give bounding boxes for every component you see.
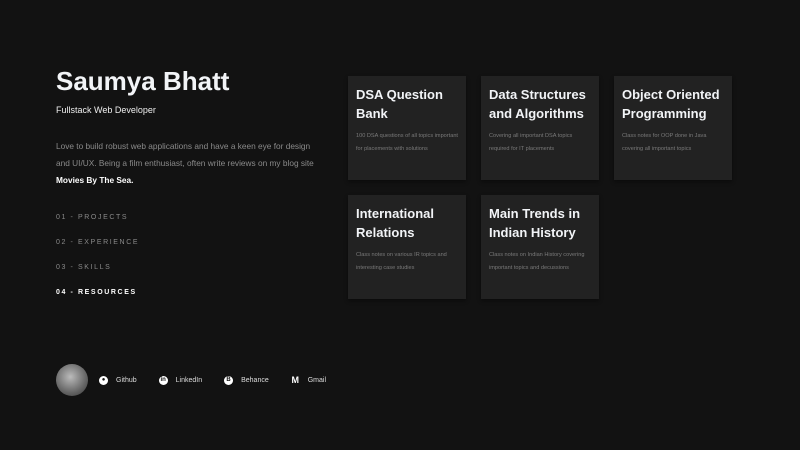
profile-role: Fullstack Web Developer — [56, 105, 156, 115]
resource-card[interactable]: Data Structures and Algorithms Covering a… — [481, 76, 599, 180]
behance-label: Behance — [241, 376, 269, 384]
card-desc: Class notes on Indian History covering i… — [489, 252, 585, 271]
github-label: Github — [116, 376, 137, 384]
card-desc: Covering all important DSA topics requir… — [489, 133, 573, 152]
section-nav: 01 - PROJECTS 02 - EXPERIENCE 03 - SKILL… — [56, 214, 139, 314]
resource-card[interactable]: International Relations Class notes on va… — [348, 195, 466, 299]
card-title: International Relations — [356, 206, 435, 240]
linkedin-icon: in — [158, 375, 168, 385]
linkedin-link[interactable]: in LinkedIn — [158, 375, 203, 385]
card-title: Data Structures and Algorithms — [489, 87, 586, 121]
blog-link[interactable]: Movies By The Sea. — [56, 175, 133, 185]
resource-card[interactable]: Object Oriented Programming Class notes f… — [614, 76, 732, 180]
nav-projects[interactable]: 01 - PROJECTS — [56, 214, 139, 239]
resource-card[interactable]: DSA Question Bank 100 DSA questions of al… — [348, 76, 466, 180]
gmail-label: Gmail — [307, 376, 327, 384]
resource-card[interactable]: Main Trends in Indian History Class notes… — [481, 195, 599, 299]
avatar — [56, 364, 88, 396]
profile-bio: Love to build robust web applications an… — [56, 138, 326, 189]
nav-resources[interactable]: 04 - RESOURCES — [56, 289, 139, 314]
nav-experience[interactable]: 02 - EXPERIENCE — [56, 239, 139, 264]
social-footer: ● Github in LinkedIn B Behance M Gmail — [56, 364, 348, 396]
card-desc: 100 DSA questions of all topics importan… — [356, 133, 458, 152]
card-title: DSA Question Bank — [356, 87, 443, 121]
profile-name: Saumya Bhatt — [56, 66, 230, 96]
card-title: Object Oriented Programming — [622, 87, 720, 121]
linkedin-label: LinkedIn — [175, 376, 203, 384]
card-desc: Class notes on various IR topics and int… — [356, 252, 447, 271]
github-icon: ● — [99, 375, 108, 385]
card-desc: Class notes for OOP done in Java coverin… — [622, 133, 707, 152]
bio-text: Love to build robust web applications an… — [56, 141, 314, 168]
github-link[interactable]: ● Github — [99, 375, 137, 385]
nav-skills[interactable]: 03 - SKILLS — [56, 264, 139, 289]
card-title: Main Trends in Indian History — [489, 206, 581, 240]
gmail-icon: M — [291, 375, 299, 385]
behance-icon: B — [224, 375, 234, 385]
behance-link[interactable]: B Behance — [224, 375, 269, 385]
gmail-link[interactable]: M Gmail — [291, 375, 327, 385]
